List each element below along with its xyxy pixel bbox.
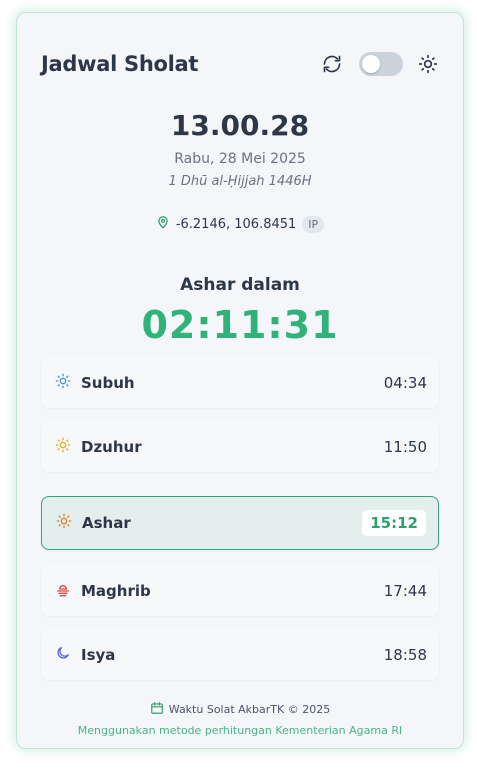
footer-credit: Waktu Solat AkbarTK © 2025	[168, 703, 331, 716]
prayer-row-maghrib: Maghrib 17:44	[41, 566, 439, 616]
prayer-name: Subuh	[81, 374, 135, 392]
calendar-icon	[150, 701, 164, 718]
toggle-knob	[362, 55, 380, 73]
prayer-time: 04:34	[383, 374, 427, 392]
prayer-time: 11:50	[383, 438, 427, 456]
prayer-name: Dzuhur	[81, 438, 142, 456]
prayer-time-highlight: 15:12	[362, 510, 426, 536]
sun-icon	[55, 437, 71, 457]
prayer-name: Isya	[81, 646, 116, 664]
location-pin-icon	[156, 215, 170, 233]
countdown-timer: 02:11:31	[141, 303, 339, 347]
prayer-time: 18:58	[383, 646, 427, 664]
refresh-icon[interactable]	[321, 53, 343, 75]
moon-icon	[55, 645, 71, 665]
current-time: 13.00.28	[170, 109, 310, 142]
app-title: Jadwal Sholat	[41, 52, 199, 76]
hijri-date: 1 Dhū al-Ḥijjah 1446H	[168, 174, 312, 189]
next-prayer-label: Ashar dalam	[180, 275, 300, 295]
header-controls	[321, 52, 439, 76]
location-source-badge: IP	[302, 215, 325, 233]
sun-afternoon-icon	[56, 513, 72, 533]
sun-icon	[417, 53, 439, 75]
dark-mode-toggle[interactable]	[359, 52, 403, 76]
location: -6.2146, 106.8451 IP	[17, 215, 463, 233]
prayer-name: Maghrib	[81, 582, 151, 600]
prayer-row-ashar: Ashar 15:12	[41, 496, 439, 550]
prayer-time: 17:44	[383, 582, 427, 600]
sunrise-icon	[55, 373, 71, 393]
prayer-row-dzuhur: Dzuhur 11:50	[41, 422, 439, 472]
footer: Waktu Solat AkbarTK © 2025	[17, 701, 463, 718]
header: Jadwal Sholat	[41, 49, 439, 79]
gregorian-date: Rabu, 28 Mei 2025	[174, 151, 306, 167]
prayer-name: Ashar	[82, 514, 131, 532]
prayer-row-isya: Isya 18:58	[41, 630, 439, 680]
prayer-row-subuh: Subuh 04:34	[41, 358, 439, 408]
prayer-card: Jadwal Sholat 13.00.28 Rabu, 28 Mei 2025…	[16, 12, 464, 749]
location-coords: -6.2146, 106.8451	[175, 216, 297, 232]
method-note: Menggunakan metode perhitungan Kementeri…	[77, 724, 403, 737]
sunset-icon	[55, 581, 71, 601]
